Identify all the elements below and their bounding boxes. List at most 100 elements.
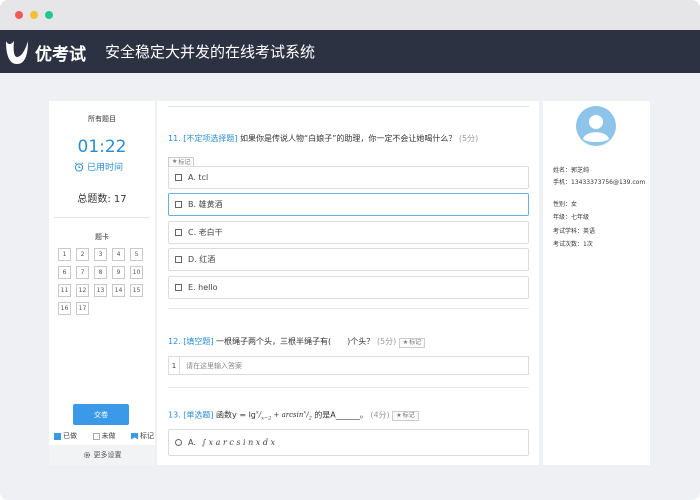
app-window: 优考试 安全稳定大并发的在线考试系统 所有题目 01:22 已用时间 总题数: … [0, 0, 700, 500]
question-type: 12. [填空题] [168, 337, 214, 346]
answer-card-title: 题卡 [95, 233, 109, 241]
user-avatar-icon [576, 106, 616, 146]
exam-timer: 01:22 [77, 137, 127, 157]
question-score: (5分) [376, 337, 397, 346]
legend-undone: 未做 [92, 431, 116, 441]
legend-done: 已做 [54, 431, 77, 441]
question-text: 函数y = lg [213, 410, 256, 420]
checkbox[interactable] [175, 201, 182, 208]
undone-square-icon [92, 432, 100, 440]
legend-marked: 标记 [131, 431, 154, 441]
question-text: 一根绳子两个头，三根半绳子有( )个头？ [213, 337, 375, 346]
question-type: 13. [单选题] [168, 410, 214, 420]
answer-card-cell[interactable]: 14 [112, 284, 125, 297]
mark-question-button[interactable]: ★ 标记 [392, 411, 419, 422]
all-questions-title: 所有题目 [88, 115, 116, 123]
more-settings-label: 更多设置 [93, 451, 122, 459]
question-score: (5分) [458, 134, 479, 143]
alarm-clock-icon [74, 161, 84, 172]
answer-card-cell[interactable]: 9 [112, 266, 125, 279]
answer-card-cell[interactable]: 3 [94, 248, 107, 261]
total-questions: 总题数: 17 [77, 194, 127, 205]
blank-number: 1 [169, 357, 180, 374]
answer-card-cell[interactable]: 11 [58, 284, 71, 297]
exam-sidebar: 所有题目 01:22 已用时间 总题数: 17 题卡 1 2 3 4 5 6 7 8 9 10 11… [49, 101, 155, 465]
answer-placeholder: 请在这里输入答案 [186, 361, 242, 370]
header-subtitle: 安全稳定大并发的在线考试系统 [105, 43, 316, 61]
option-label: B. 雄黄酒 [188, 200, 223, 209]
mark-question-button[interactable]: ★ 标记 [398, 338, 426, 348]
answer-card-cell[interactable]: 7 [76, 266, 89, 279]
answer-card-cell[interactable]: 1 [58, 248, 71, 261]
gear-icon [83, 451, 90, 459]
question-title: 12. [填空题] 一根绳子两个头，三根半绳子有( )个头？ (5分) ★ 标记 [168, 336, 529, 348]
window-titlebar [0, 0, 700, 30]
divider [54, 217, 150, 218]
answer-card-cell[interactable]: 8 [94, 266, 107, 279]
divider [168, 106, 529, 107]
option-a[interactable]: A. ∫ x a r c s i n x d x [168, 429, 529, 456]
question-13: 13. [单选题] 函数y = lgx/x−2 + arcsinx/2 的是A_… [168, 407, 529, 425]
profile-name: 姓名：郭芝纯 [553, 167, 590, 174]
profile-gender: 性别：女 [553, 201, 578, 208]
answer-card-cell[interactable]: 6 [58, 266, 71, 279]
answer-card-cell[interactable]: 4 [112, 248, 125, 261]
option-label: C. 老白干 [188, 228, 223, 237]
checkbox[interactable] [175, 284, 182, 291]
profile-grade: 年级：七年级 [553, 214, 590, 221]
radio-button[interactable] [175, 439, 182, 446]
bookmark-icon [131, 432, 138, 440]
option-e[interactable]: E. hello [168, 276, 529, 299]
elapsed-label-text: 已用时间 [87, 163, 124, 173]
question-title: 13. [单选题] 函数y = lgx/x−2 + arcsinx/2 的是A_… [168, 407, 529, 425]
question-type: 11. [不定项选择题] [168, 134, 238, 143]
legend-done-label: 已做 [63, 432, 77, 440]
answer-card-grid: 1 2 3 4 5 6 7 8 9 10 11 12 13 14 15 16 17 [58, 248, 148, 315]
maximize-window-button[interactable] [45, 11, 53, 19]
question-text: 如果你是传说人物“白娘子”的助理，你一定不会让她喝什么？ [237, 134, 457, 143]
mark-question-button[interactable]: ★ 标记 [168, 156, 195, 167]
profile-phone: 手机：13433373756@139.com [553, 179, 646, 186]
close-window-button[interactable] [15, 11, 23, 19]
blank-answer-input[interactable]: 1 请在这里输入答案 [168, 356, 529, 375]
app-header: 优考试 安全稳定大并发的在线考试系统 [0, 30, 700, 73]
profile-panel: 姓名：郭芝纯 手机：13433373756@139.com 性别：女 年级：七年… [543, 101, 650, 465]
profile-attempts: 考试次数：1次 [553, 241, 593, 248]
profile-subject: 考试学科：英语 [553, 228, 596, 235]
option-d[interactable]: D. 红酒 [168, 248, 529, 271]
answer-card-cell[interactable]: 12 [76, 284, 89, 297]
option-b[interactable]: B. 雄黄酒 [168, 193, 529, 216]
minimize-window-button[interactable] [30, 11, 38, 19]
answer-card-cell[interactable]: 17 [76, 302, 89, 315]
answer-card-cell[interactable]: 16 [58, 302, 71, 315]
answer-card-cell[interactable]: 15 [130, 284, 143, 297]
checkbox[interactable] [175, 229, 182, 236]
brand-name: 优考试 [35, 45, 86, 65]
brand-logo-icon [6, 41, 28, 64]
more-settings-button[interactable]: 更多设置 [49, 445, 155, 465]
checkbox[interactable] [175, 256, 182, 263]
answer-card-cell[interactable]: 10 [130, 266, 143, 279]
option-math: ∫ x a r c s i n x d x [201, 438, 276, 447]
submit-exam-button[interactable]: 交卷 [73, 404, 129, 425]
divider [168, 387, 529, 388]
answer-card-cell[interactable]: 2 [76, 248, 89, 261]
checkbox[interactable] [175, 174, 182, 181]
math-formula: x/x−2 + arcsinx/2 [255, 410, 312, 422]
question-12: 12. [填空题] 一根绳子两个头，三根半绳子有( )个头？ (5分) ★ 标记 [168, 336, 529, 348]
option-a[interactable]: A. tcl [168, 166, 529, 189]
elapsed-time-label: 已用时间 [74, 160, 123, 173]
answer-card-cell[interactable]: 5 [130, 248, 143, 261]
option-label: A. tcl [188, 173, 209, 182]
answer-legend: 已做 未做 标记 [54, 431, 154, 441]
question-score: (4分) [370, 410, 390, 420]
question-11: 11. [不定项选择题] 如果你是传说人物“白娘子”的助理，你一定不会让她喝什么… [168, 133, 529, 167]
done-square-icon [54, 432, 61, 440]
legend-marked-label: 标记 [140, 432, 154, 440]
question-text-tail: 的是A______。 [311, 410, 368, 420]
answer-card-cell[interactable]: 13 [94, 284, 107, 297]
question-area: 11. [不定项选择题] 如果你是传说人物“白娘子”的助理，你一定不会让她喝什么… [157, 101, 539, 465]
option-label: A. [188, 438, 196, 447]
option-c[interactable]: C. 老白干 [168, 221, 529, 244]
option-label: D. 红酒 [188, 255, 216, 264]
